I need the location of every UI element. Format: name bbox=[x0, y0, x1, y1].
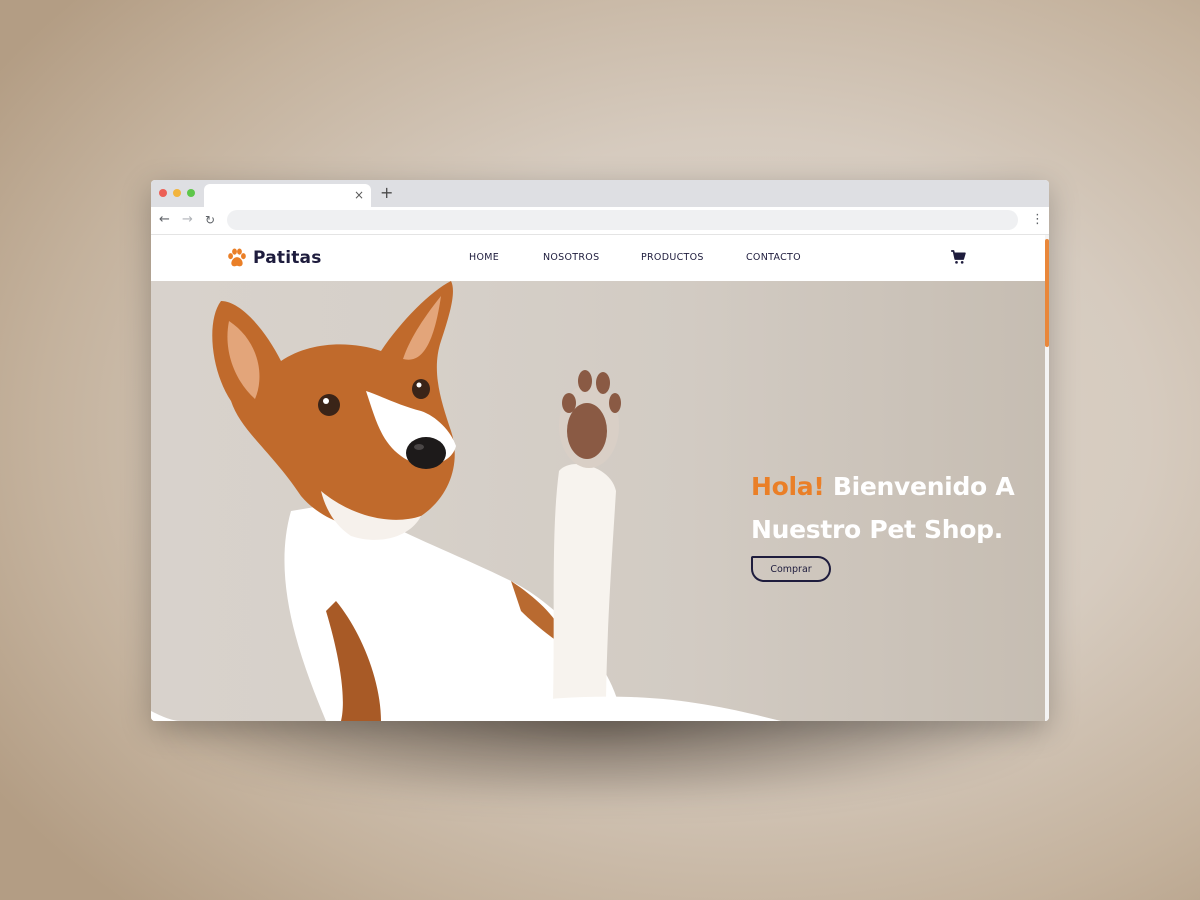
new-tab-icon[interactable]: + bbox=[380, 185, 393, 201]
forward-arrow-icon[interactable]: → bbox=[182, 212, 193, 228]
shopping-cart-icon[interactable] bbox=[950, 249, 967, 265]
hero-title-accent: Hola! bbox=[751, 472, 825, 501]
browser-window: × + ← → ↻ ⋮ Patitas HOME NOSOTROS PRODUC… bbox=[151, 180, 1049, 721]
window-minimize-dot[interactable] bbox=[173, 189, 181, 197]
hero-title: Hola! Bienvenido A Nuestro Pet Shop. bbox=[751, 465, 1041, 551]
comprar-button[interactable]: Comprar bbox=[751, 556, 831, 582]
hero-section: Hola! Bienvenido A Nuestro Pet Shop. Com… bbox=[151, 281, 1045, 721]
nav-link-nosotros[interactable]: NOSOTROS bbox=[543, 252, 599, 263]
window-maximize-dot[interactable] bbox=[187, 189, 195, 197]
browser-tab-bar: × + bbox=[151, 180, 1049, 207]
nav-link-contacto[interactable]: CONTACTO bbox=[746, 252, 801, 263]
browser-tab-active[interactable]: × bbox=[204, 184, 371, 207]
nav-link-productos[interactable]: PRODUCTOS bbox=[641, 252, 704, 263]
scrollbar-thumb[interactable] bbox=[1045, 239, 1049, 347]
browser-menu-icon[interactable]: ⋮ bbox=[1031, 212, 1044, 228]
logo-text: Patitas bbox=[253, 248, 322, 268]
page-scrollbar[interactable] bbox=[1045, 235, 1049, 721]
paw-icon bbox=[228, 248, 246, 267]
back-arrow-icon[interactable]: ← bbox=[159, 212, 170, 228]
website-viewport: Patitas HOME NOSOTROS PRODUCTOS CONTACTO bbox=[151, 235, 1049, 721]
site-header: Patitas HOME NOSOTROS PRODUCTOS CONTACTO bbox=[151, 235, 1045, 281]
window-close-dot[interactable] bbox=[159, 189, 167, 197]
address-bar[interactable] bbox=[227, 210, 1018, 230]
nav-link-home[interactable]: HOME bbox=[469, 252, 499, 263]
reload-icon[interactable]: ↻ bbox=[205, 212, 215, 228]
hero-bottom-wave bbox=[151, 696, 781, 721]
site-logo[interactable]: Patitas bbox=[226, 246, 322, 270]
browser-toolbar: ← → ↻ ⋮ bbox=[151, 207, 1049, 235]
tab-close-icon[interactable]: × bbox=[354, 188, 364, 202]
